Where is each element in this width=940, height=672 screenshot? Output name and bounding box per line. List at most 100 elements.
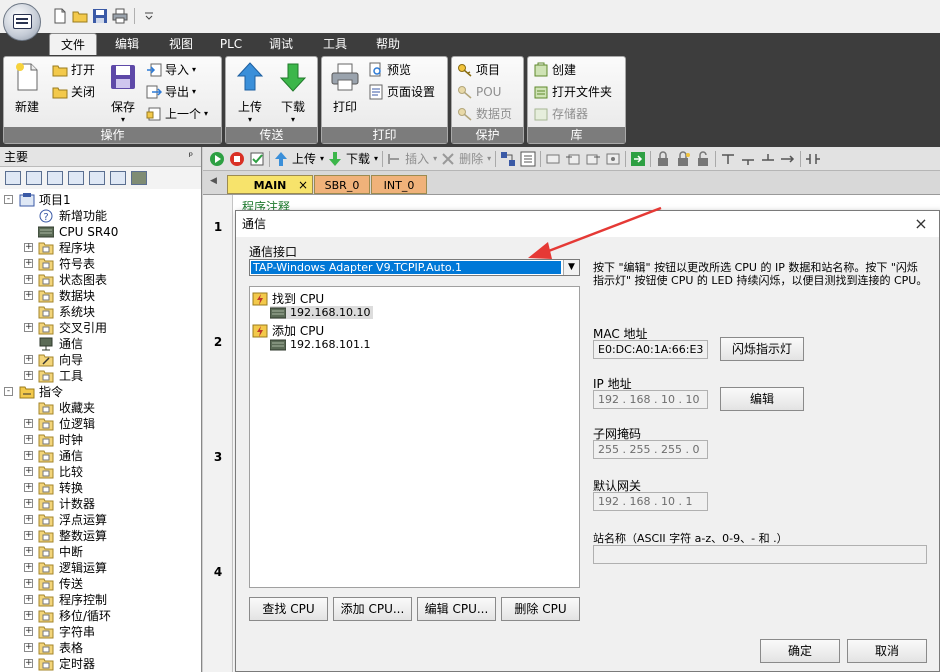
- upload-dropdown-icon[interactable]: ▾: [232, 115, 268, 124]
- tree-item[interactable]: + 传送: [0, 576, 200, 592]
- interface-select[interactable]: TAP-Windows Adapter V9.TCPIP.Auto.1 ▼: [249, 259, 580, 276]
- download-dropdown-icon[interactable]: ▾: [275, 115, 311, 124]
- expand-icon[interactable]: +: [24, 579, 33, 588]
- collapse-icon[interactable]: -: [4, 195, 13, 204]
- tree-item[interactable]: + 时钟: [0, 432, 200, 448]
- tab-scroll-left-icon[interactable]: ◀: [210, 176, 217, 186]
- expand-icon[interactable]: +: [24, 243, 33, 252]
- print-button[interactable]: 打印: [328, 61, 362, 115]
- open-button[interactable]: 打开: [52, 60, 95, 80]
- close-project-button[interactable]: 关闭: [52, 82, 95, 102]
- export-button[interactable]: 导出 ▾: [146, 82, 196, 102]
- tree-item[interactable]: + 浮点运算: [0, 512, 200, 528]
- tree-item[interactable]: + 交叉引用: [0, 320, 200, 336]
- preview-button[interactable]: 预览: [368, 60, 411, 80]
- expand-icon[interactable]: +: [24, 515, 33, 524]
- branch-line-icon[interactable]: [740, 151, 756, 167]
- previous-button[interactable]: 上一个 ▾: [146, 104, 208, 124]
- customize-qat-icon[interactable]: [141, 8, 157, 24]
- expand-icon[interactable]: +: [24, 627, 33, 636]
- tree-item[interactable]: + 表格: [0, 640, 200, 656]
- flash-led-button[interactable]: 闪烁指示灯: [720, 337, 804, 361]
- expand-icon[interactable]: +: [24, 355, 33, 364]
- subnet-mask-field[interactable]: 255 . 255 . 255 . 0: [593, 440, 708, 459]
- tree-item[interactable]: + 定时器: [0, 656, 200, 672]
- remove-cpu-button[interactable]: 删除 CPU: [501, 597, 580, 621]
- ok-button[interactable]: 确定: [760, 639, 840, 663]
- tree-item[interactable]: + 程序控制: [0, 592, 200, 608]
- toolbar-upload-dropdown[interactable]: ▾: [320, 154, 324, 163]
- station-name-field[interactable]: [593, 545, 927, 564]
- cpu-tree[interactable]: 找到 CPU 192.168.10.10 添加 CPU 192.168.101.…: [249, 286, 580, 588]
- create-library-button[interactable]: 创建: [533, 60, 576, 80]
- application-menu-button[interactable]: [3, 3, 41, 41]
- line-right-icon[interactable]: [780, 151, 796, 167]
- program-icon[interactable]: [605, 151, 621, 167]
- run-icon[interactable]: [209, 151, 225, 167]
- tree-item[interactable]: + 程序块: [0, 240, 200, 256]
- upload-button[interactable]: 上传 ▾: [232, 61, 268, 124]
- tree-item[interactable]: + 位逻辑: [0, 416, 200, 432]
- pin-icon[interactable]: ᵖ: [189, 147, 193, 167]
- block-icon[interactable]: [47, 171, 63, 185]
- expand-icon[interactable]: +: [24, 419, 33, 428]
- document-icon[interactable]: [68, 171, 84, 185]
- tab-plc[interactable]: PLC: [209, 33, 253, 55]
- toolbar-download-dropdown[interactable]: ▾: [374, 154, 378, 163]
- toolbar-insert-dropdown[interactable]: ▾: [433, 154, 437, 163]
- find-cpu-button[interactable]: 查找 CPU: [249, 597, 328, 621]
- toolbar-insert[interactable]: 插入: [405, 150, 429, 167]
- tree-item[interactable]: + 比较: [0, 464, 200, 480]
- comm-icon[interactable]: [131, 171, 147, 185]
- tree-item[interactable]: + 转换: [0, 480, 200, 496]
- tab-main[interactable]: MAIN ×: [227, 175, 313, 194]
- expand-icon[interactable]: +: [24, 323, 33, 332]
- branch-down-icon[interactable]: [720, 151, 736, 167]
- tab-sbr0[interactable]: SBR_0: [314, 175, 370, 194]
- tab-file[interactable]: 文件: [49, 33, 97, 55]
- tab-debug[interactable]: 调试: [257, 33, 305, 55]
- lock-key-icon[interactable]: [675, 150, 691, 167]
- move-right-icon[interactable]: [585, 151, 601, 167]
- protect-pou-button[interactable]: POU: [457, 82, 501, 102]
- data-icon[interactable]: [110, 171, 126, 185]
- tab-int0[interactable]: INT_0: [371, 175, 427, 194]
- tab-view[interactable]: 视图: [157, 33, 205, 55]
- tree-item[interactable]: 系统块: [0, 304, 200, 320]
- protect-data-page-button[interactable]: 数据页: [457, 104, 512, 124]
- stop-icon[interactable]: [229, 151, 245, 167]
- collapse-icon[interactable]: -: [4, 387, 13, 396]
- tree-item[interactable]: + 通信: [0, 448, 200, 464]
- toolbar-delete[interactable]: 删除: [459, 150, 483, 167]
- tree-item[interactable]: + 字符串: [0, 624, 200, 640]
- save-icon[interactable]: [92, 8, 108, 24]
- open-folder-icon[interactable]: [72, 8, 88, 24]
- tree-item[interactable]: + 状态图表: [0, 272, 200, 288]
- tree-item[interactable]: - 项目1: [0, 192, 200, 208]
- add-cpu-button[interactable]: 添加 CPU...: [333, 597, 412, 621]
- network-icon[interactable]: [500, 151, 516, 167]
- box-icon[interactable]: [545, 151, 561, 167]
- toolbar-download[interactable]: 下载: [346, 150, 370, 167]
- edit-cpu-button[interactable]: 编辑 CPU...: [417, 597, 496, 621]
- save-dropdown-icon[interactable]: ▾: [106, 115, 140, 124]
- expand-icon[interactable]: +: [24, 659, 33, 668]
- expand-icon[interactable]: +: [24, 531, 33, 540]
- tree-item[interactable]: 收藏夹: [0, 400, 200, 416]
- expand-icon[interactable]: +: [24, 259, 33, 268]
- tree-item[interactable]: + 工具: [0, 368, 200, 384]
- view-icon[interactable]: [5, 171, 21, 185]
- symbol-icon[interactable]: [520, 151, 536, 167]
- new-file-icon[interactable]: [52, 8, 68, 24]
- gateway-field[interactable]: 192 . 168 . 10 . 1: [593, 492, 708, 511]
- expand-icon[interactable]: +: [24, 435, 33, 444]
- tree-node-add-cpu[interactable]: 添加 CPU: [252, 322, 324, 339]
- tree-node-found-ip[interactable]: 192.168.10.10: [270, 306, 374, 319]
- tree-item[interactable]: + 计数器: [0, 496, 200, 512]
- expand-icon[interactable]: +: [24, 611, 33, 620]
- expand-icon[interactable]: +: [24, 547, 33, 556]
- tree-item[interactable]: + 中断: [0, 544, 200, 560]
- new-button[interactable]: 新建: [10, 61, 44, 115]
- memory-button[interactable]: 存储器: [533, 104, 588, 124]
- contact-icon[interactable]: [805, 151, 821, 167]
